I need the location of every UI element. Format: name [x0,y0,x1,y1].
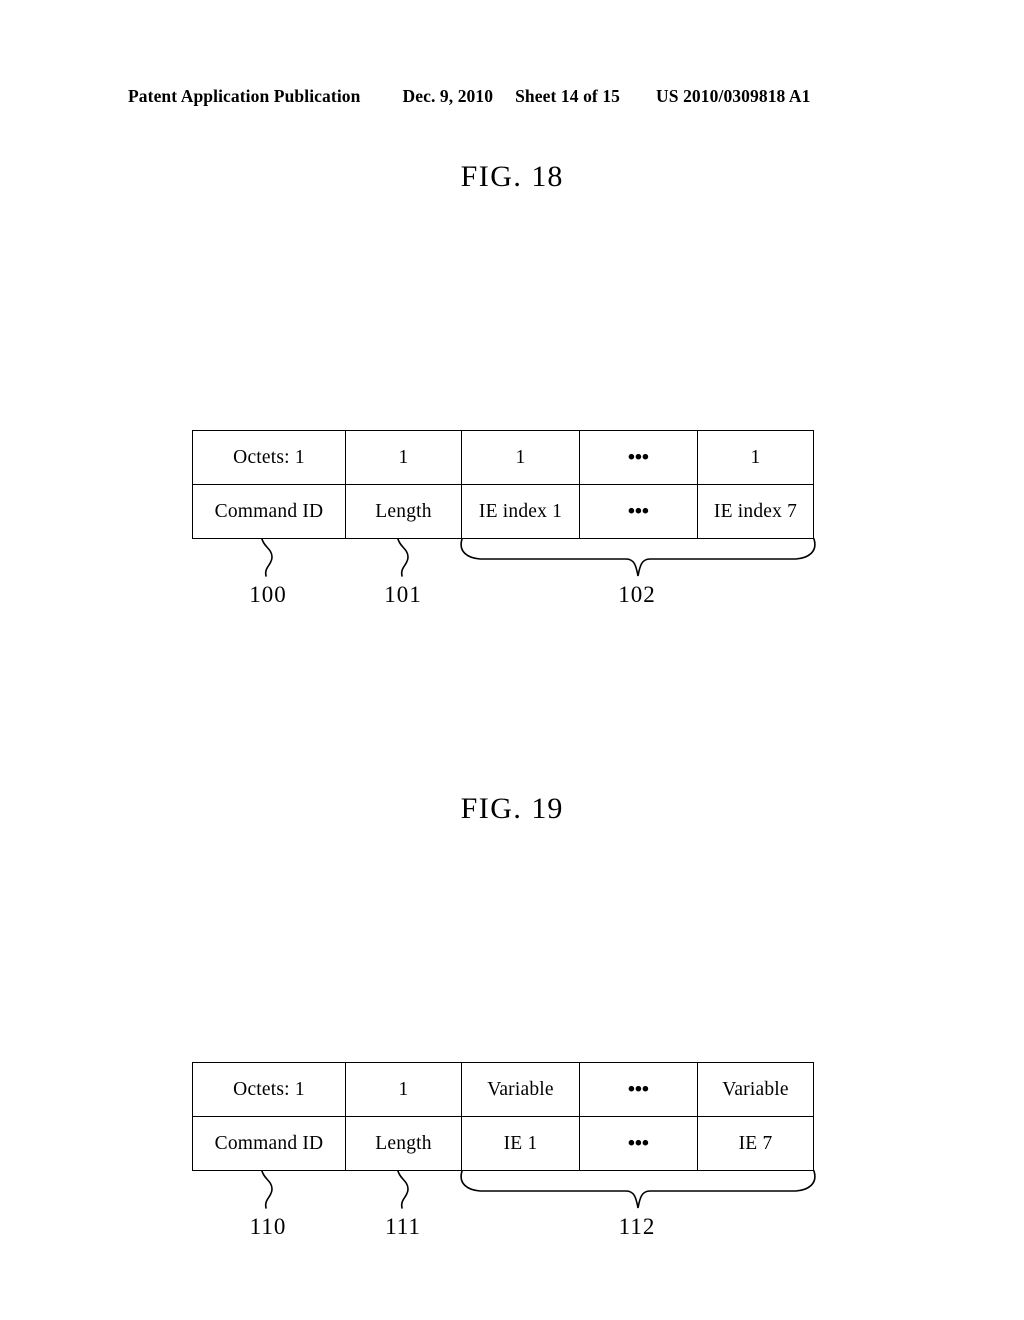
figure-19-title-word: FIG. [460,792,523,825]
cell-field-length: Length [345,1116,462,1171]
cell-field-ellipsis: ••• [579,484,698,539]
leader-squiggle-110 [261,1170,273,1209]
cell-field-ie-first: IE index 1 [461,484,580,539]
cell-field-length: Length [345,484,462,539]
header-publication-label: Patent Application Publication [128,86,361,106]
cell-octets-command-id: Octets: 1 [192,1062,346,1117]
table-row: Command ID Length IE index 1 ••• IE inde… [192,484,814,539]
figure-18-title-word: FIG. [460,160,523,193]
reference-numeral-110: 110 [249,1214,287,1239]
cell-octets-ellipsis: ••• [579,1062,698,1117]
cell-field-command-id: Command ID [192,484,346,539]
cell-octets-length: 1 [345,430,462,485]
cell-octets-command-id: Octets: 1 [192,430,346,485]
figure-18: FIG. 18 Octets: 1 1 1 ••• 1 Command ID Le… [0,160,1024,607]
brace-102 [460,538,816,577]
table-row: Octets: 1 1 1 ••• 1 [192,430,814,485]
leader-squiggle-111 [397,1170,409,1209]
cell-octets-ellipsis: ••• [579,430,698,485]
figure-19-title-number: 19 [531,792,564,825]
figure-18-title-number: 18 [531,160,564,193]
reference-numeral-102: 102 [618,582,656,607]
reference-numeral-101: 101 [384,582,422,607]
page-header: Patent Application Publication Dec. 9, 2… [128,86,896,112]
cell-field-ellipsis: ••• [579,1116,698,1171]
figure-19-leader-lines [192,1170,832,1212]
leader-squiggle-100 [261,538,273,577]
figure-18-reference-numerals: 100 101 102 [0,582,1024,616]
header-sheet-label: Sheet 14 of 15 [515,86,621,106]
cell-octets-ie-first: 1 [461,430,580,485]
cell-octets-ie-first: Variable [461,1062,580,1117]
figure-19-reference-numerals: 110 111 112 [0,1214,1024,1248]
figure-19-title: FIG. 19 [0,792,1024,826]
cell-field-ie-last: IE index 7 [697,484,814,539]
figure-18-frame-table: Octets: 1 1 1 ••• 1 Command ID Length IE… [192,430,814,539]
reference-numeral-111: 111 [385,1214,421,1239]
cell-field-command-id: Command ID [192,1116,346,1171]
table-row: Command ID Length IE 1 ••• IE 7 [192,1116,814,1171]
brace-112 [460,1170,816,1209]
cell-octets-ie-last: 1 [697,430,814,485]
cell-octets-ie-last: Variable [697,1062,814,1117]
cell-field-ie-last: IE 7 [697,1116,814,1171]
figure-18-leader-lines [192,538,832,580]
figure-19-frame-table: Octets: 1 1 Variable ••• Variable Comman… [192,1062,814,1171]
cell-octets-length: 1 [345,1062,462,1117]
table-row: Octets: 1 1 Variable ••• Variable [192,1062,814,1117]
header-patent-number: US 2010/0309818 A1 [656,86,811,106]
cell-field-ie-first: IE 1 [461,1116,580,1171]
reference-numeral-112: 112 [618,1214,656,1239]
figure-19: FIG. 19 Octets: 1 1 Variable ••• Variable… [0,792,1024,1239]
figure-18-title: FIG. 18 [0,160,1024,194]
header-date-label: Dec. 9, 2010 [402,86,494,106]
leader-squiggle-101 [397,538,409,577]
reference-numeral-100: 100 [249,582,287,607]
